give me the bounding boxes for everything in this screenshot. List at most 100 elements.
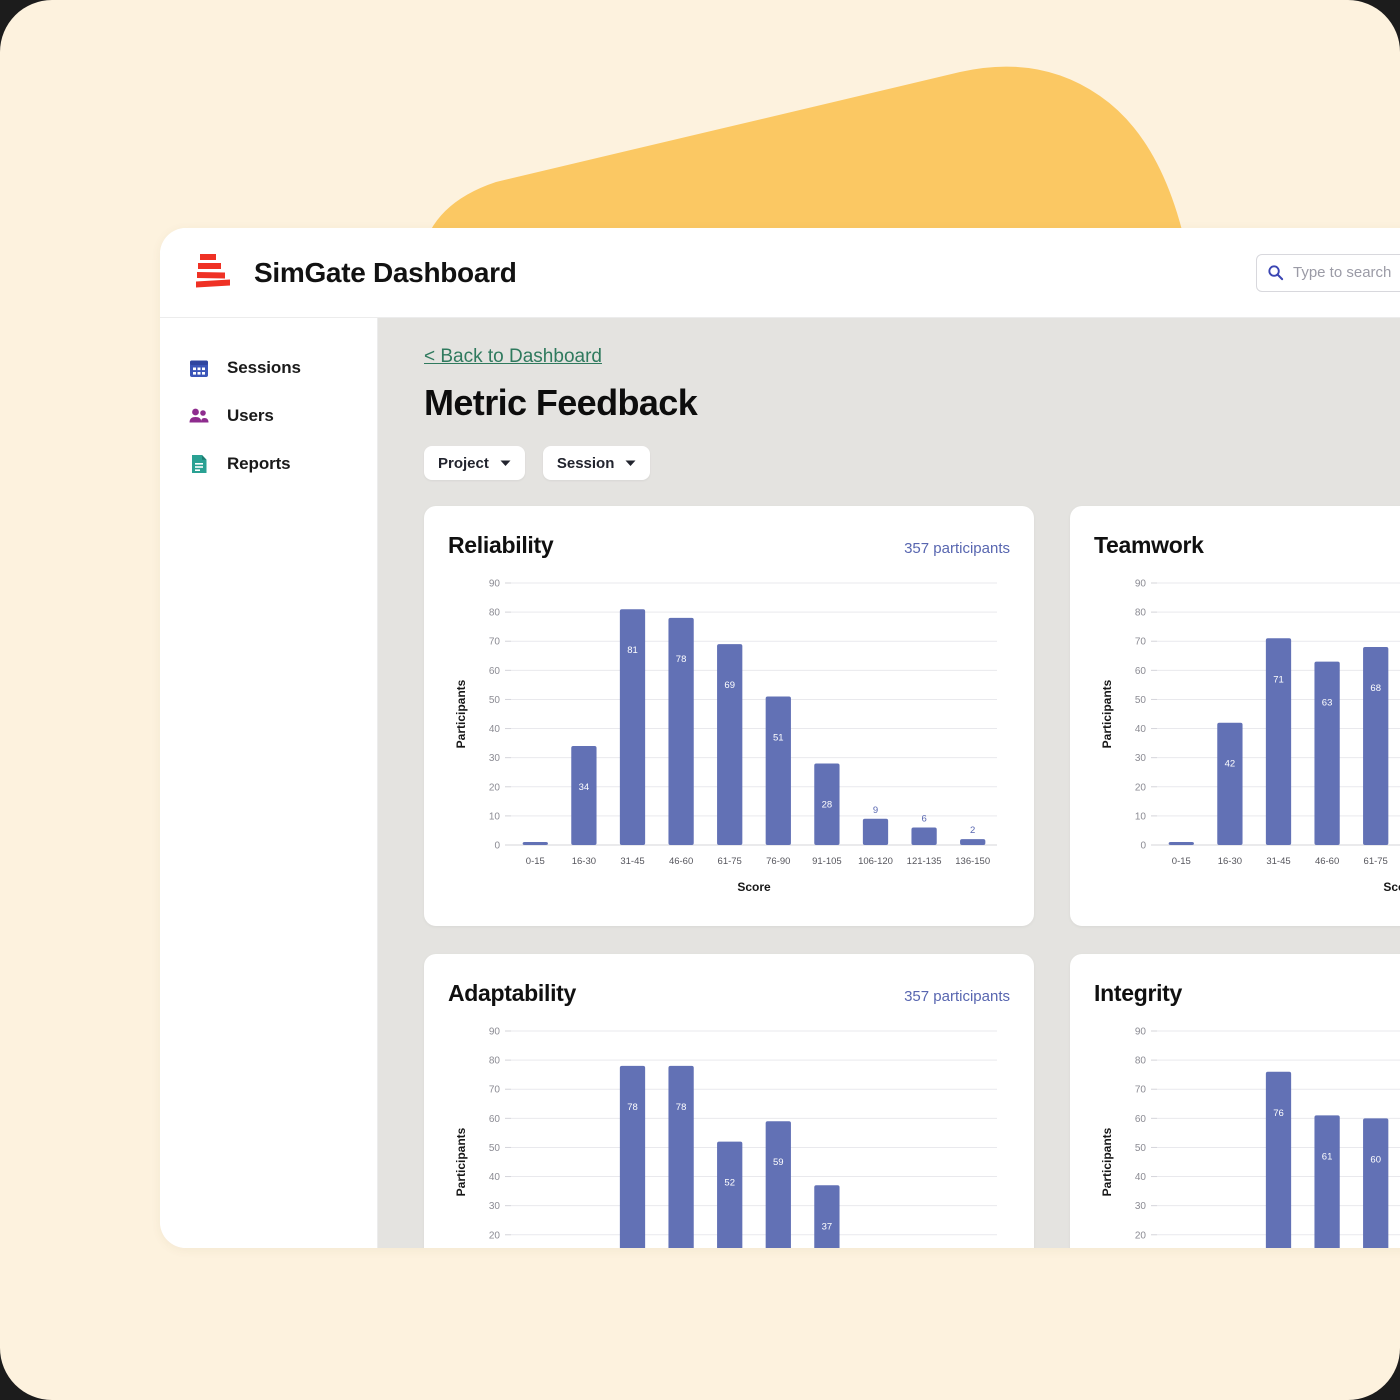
svg-text:40: 40 [1135,1172,1147,1183]
svg-text:61-75: 61-75 [1364,856,1388,867]
svg-text:60: 60 [489,666,501,677]
svg-text:16-30: 16-30 [572,856,596,867]
svg-text:46-60: 46-60 [1315,856,1339,867]
svg-text:60: 60 [1370,1154,1381,1165]
metric-card-reliability: Reliability 357 participants 0 10 20 30 40 50… [424,506,1034,926]
page-title: Metric Feedback [424,382,698,423]
svg-text:20: 20 [489,1230,501,1241]
svg-text:70: 70 [1135,1085,1147,1096]
histogram-chart: 0 10 20 30 40 50 60 70 80 90 Participants 0-15 42 16-… [1100,579,1400,894]
sidebar-item-label: Users [227,406,274,425]
svg-text:78: 78 [676,1102,687,1113]
svg-text:50: 50 [1135,1143,1147,1154]
chevron-down-icon [500,460,511,466]
sidebar-item-sessions[interactable]: Sessions [160,344,377,392]
svg-text:76: 76 [1273,1108,1284,1119]
screen-frame: SimGate Dashboard Type to search Session… [0,0,1400,1400]
card-header: Adaptability 357 participants [448,980,1010,1007]
svg-text:40: 40 [489,1172,501,1183]
page-surface: SimGate Dashboard Type to search Session… [0,0,1400,1400]
svg-text:121-135: 121-135 [907,856,942,867]
svg-text:68: 68 [1370,683,1381,694]
svg-text:78: 78 [676,654,687,665]
svg-text:16-30: 16-30 [1218,856,1242,867]
svg-text:80: 80 [1135,608,1147,619]
sidebar: Sessions Users Reports [160,318,378,1248]
back-to-dashboard-link[interactable]: < Back to Dashboard [424,346,602,368]
card-title: Teamwork [1094,532,1204,558]
svg-text:46-60: 46-60 [669,856,693,867]
main-content: < Back to Dashboard Metric Feedback Proj… [378,318,1400,1248]
svg-text:70: 70 [489,1085,501,1096]
svg-text:70: 70 [1135,637,1147,648]
calendar-icon [190,360,208,377]
svg-text:2: 2 [970,825,975,836]
svg-text:Participants: Participants [454,679,468,748]
svg-text:9: 9 [873,805,878,816]
card-header: Integrity 357 participants [1094,980,1400,1007]
svg-text:59: 59 [773,1157,784,1168]
svg-text:31-45: 31-45 [1266,856,1290,867]
svg-text:80: 80 [1135,1056,1147,1067]
svg-text:63: 63 [1322,698,1333,709]
card-header: Reliability 357 participants [448,532,1010,559]
svg-text:Score: Score [737,880,771,894]
sidebar-item-reports[interactable]: Reports [160,440,377,488]
session-filter-dropdown[interactable]: Session [542,446,651,480]
sidebar-item-label: Sessions [227,358,301,377]
svg-text:30: 30 [1135,1201,1147,1212]
svg-text:28: 28 [822,799,833,810]
session-filter-label: Session [556,454,615,472]
histogram-chart: 0102030405060708090Participants0-151116-… [454,1027,997,1248]
sidebar-item-users[interactable]: Users [160,392,377,440]
svg-text:Participants: Participants [1100,1127,1114,1196]
svg-text:50: 50 [489,1143,501,1154]
search-box[interactable] [1256,253,1400,292]
window-body: Sessions Users Reports < Back to Dashboa… [160,318,1400,1248]
svg-text:30: 30 [489,1201,501,1212]
svg-text:50: 50 [489,695,501,706]
svg-text:60: 60 [489,1114,501,1125]
participants-count: 357 participants [904,988,1010,1005]
project-filter-dropdown[interactable]: Project [424,446,525,480]
app-topbar: SimGate Dashboard [160,228,1400,318]
participants-count: 357 participants [904,540,1010,557]
svg-text:106-120: 106-120 [858,856,893,867]
svg-text:81: 81 [627,645,638,656]
simgate-logo [196,253,230,287]
svg-text:10: 10 [489,811,501,822]
svg-text:71: 71 [1273,674,1284,685]
card-title: Integrity [1094,980,1183,1006]
project-filter-label: Project [438,454,489,472]
svg-text:40: 40 [1135,724,1147,735]
svg-text:61-75: 61-75 [718,856,742,867]
svg-text:0: 0 [494,841,500,852]
search-icon [1268,265,1284,281]
svg-text:90: 90 [1135,579,1147,590]
users-icon [189,408,209,423]
svg-text:0-15: 0-15 [1172,856,1191,867]
svg-text:91-105: 91-105 [812,856,842,867]
svg-text:34: 34 [579,782,590,793]
search-input[interactable] [1293,264,1400,281]
svg-text:6: 6 [921,814,926,825]
svg-text:30: 30 [489,753,501,764]
metric-card-integrity: Integrity 357 participants 0102030405060… [1070,954,1400,1248]
metric-card-teamwork: Teamwork 357 participants 0 10 20 30 40 50 60 7… [1070,506,1400,926]
svg-text:80: 80 [489,1056,501,1067]
svg-text:50: 50 [1135,695,1147,706]
svg-text:70: 70 [489,637,501,648]
svg-text:76-90: 76-90 [766,856,790,867]
filter-bar: Project Session [424,446,1400,480]
svg-text:78: 78 [627,1102,638,1113]
svg-text:37: 37 [822,1221,833,1232]
metric-card-grid: Reliability 357 participants 0 10 20 30 40 50… [424,506,1400,1248]
app-title: SimGate Dashboard [254,256,517,288]
card-title: Adaptability [448,980,577,1006]
svg-text:40: 40 [489,724,501,735]
svg-text:52: 52 [724,1178,735,1189]
svg-text:51: 51 [773,733,784,744]
card-header: Teamwork 357 participants [1094,532,1400,559]
card-title: Reliability [448,532,554,558]
svg-text:20: 20 [1135,1230,1147,1241]
